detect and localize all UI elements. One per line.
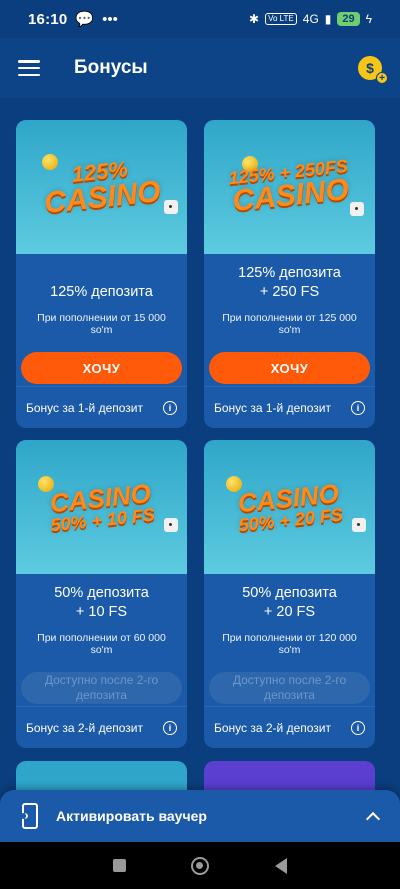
battery-level: 29 — [337, 12, 360, 26]
banner-text: 125% CASINO — [42, 156, 163, 220]
bonus-title: 125% депозита — [50, 284, 153, 300]
bonus-grid: 125% CASINO 125% депозита При пополнении… — [16, 120, 384, 748]
bonus-condition: При пополнении от 120 000 so'm — [222, 632, 357, 656]
bonus-banner: CASINO 50% + 10 FS — [16, 440, 187, 574]
dice-icon — [164, 200, 178, 214]
banner-text: CASINO 50% + 20 FS — [236, 477, 344, 536]
volte-icon: Vo LTE — [265, 13, 297, 25]
info-icon[interactable]: i — [163, 400, 177, 415]
dice-icon — [350, 202, 364, 216]
more-dots-icon: ••• — [102, 10, 118, 28]
status-time: 16:10 — [28, 10, 68, 28]
want-button[interactable]: ХОЧУ — [21, 352, 182, 384]
ticket-icon — [20, 803, 38, 829]
bonus-footer: Бонус за 2-й депозит i — [204, 706, 375, 748]
app-bar: Бонусы $ + — [0, 38, 400, 98]
bonus-card: 125% + 250FS CASINO 125% депозита + 250 … — [204, 120, 375, 428]
bonus-title: 125% депозита + 250 FS — [238, 265, 341, 300]
bonus-type-label: Бонус за 1-й депозит — [26, 400, 144, 415]
bonus-card: 125% CASINO 125% депозита При пополнении… — [16, 120, 187, 428]
banner-text: CASINO 50% + 10 FS — [48, 477, 156, 536]
chat-bubble-icon: 💬 — [75, 11, 95, 28]
back-icon[interactable] — [275, 857, 288, 874]
bonus-card: CASINO 50% + 20 FS 50% депозита + 20 FS … — [204, 440, 375, 748]
hamburger-icon[interactable] — [18, 60, 40, 76]
system-nav-bar — [0, 842, 400, 889]
bonus-type-label: Бонус за 2-й депозит — [26, 720, 144, 735]
bonus-footer: Бонус за 1-й депозит i — [16, 386, 187, 428]
bonus-banner: 125% CASINO — [16, 120, 187, 254]
bonus-card: CASINO 50% + 10 FS 50% депозита + 10 FS … — [16, 440, 187, 748]
dollar-coin-plus-icon[interactable]: $ + — [358, 56, 388, 84]
home-icon[interactable] — [191, 856, 210, 875]
bonus-type-label: Бонус за 2-й депозит — [214, 720, 332, 735]
page-title: Бонусы — [74, 57, 148, 78]
bonus-banner: CASINO 50% + 20 FS — [204, 440, 375, 574]
bonus-title: 50% депозита + 20 FS — [242, 585, 337, 620]
voucher-bar[interactable]: Активировать ваучер — [0, 790, 400, 842]
bonus-footer: Бонус за 1-й депозит i — [204, 386, 375, 428]
dice-icon — [164, 518, 178, 532]
bonus-condition: При пополнении от 125 000 so'm — [222, 312, 357, 336]
status-bar: 16:10 💬 ••• ✱ Vo LTE 4G ▮ 29 ϟ — [0, 0, 400, 38]
bonus-footer: Бонус за 2-й депозит i — [16, 706, 187, 748]
dice-icon — [352, 518, 366, 532]
locked-button: Доступно после 2-го депозита — [209, 672, 370, 704]
chevron-up-icon[interactable] — [365, 811, 381, 826]
info-icon[interactable]: i — [351, 720, 365, 735]
bonus-banner: 125% + 250FS CASINO — [204, 120, 375, 254]
charging-icon: ϟ — [365, 12, 372, 26]
bonus-condition: При пополнении от 60 000 so'm — [37, 632, 166, 656]
info-icon[interactable]: i — [163, 720, 177, 735]
info-icon[interactable]: i — [351, 400, 365, 415]
bonus-title: 50% депозита + 10 FS — [54, 585, 149, 620]
want-button[interactable]: ХОЧУ — [209, 352, 370, 384]
network-type: 4G — [302, 12, 319, 26]
bluetooth-icon: ✱ — [249, 12, 260, 26]
recents-icon[interactable] — [112, 859, 126, 872]
banner-text: 125% + 250FS CASINO — [227, 155, 351, 218]
locked-button: Доступно после 2-го депозита — [21, 672, 182, 704]
bonus-type-label: Бонус за 1-й депозит — [214, 400, 332, 415]
signal-icon: ▮ — [324, 12, 332, 26]
voucher-label: Активировать ваучер — [56, 808, 207, 824]
bonus-condition: При пополнении от 15 000 so'm — [37, 312, 166, 336]
